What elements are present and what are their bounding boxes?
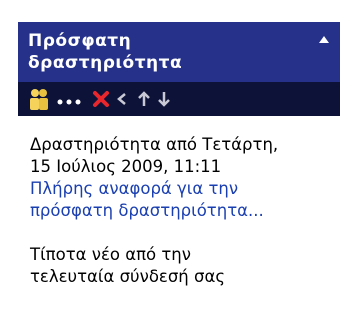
up-arrow-icon[interactable] <box>136 90 152 108</box>
block-title-line2: δραστηριότητα <box>28 53 183 73</box>
ellipsis-icon[interactable] <box>56 98 82 106</box>
cross-icon[interactable] <box>92 90 110 108</box>
full-report-link-line1[interactable]: Πλήρης αναφορά για την <box>30 178 340 200</box>
block-content: Δραστηριότητα από Τετάρτη, 15 Ιούλιος 20… <box>30 134 340 288</box>
full-report-link-line2[interactable]: πρόσφατη δραστηριότητα... <box>30 200 340 222</box>
block-toolbar <box>18 82 340 116</box>
activity-since-line1: Δραστηριότητα από Τετάρτη, <box>30 135 279 154</box>
block-title-line1: Πρόσφατη <box>28 31 132 51</box>
activity-since-line2: 15 Ιούλιος 2009, 11:11 <box>30 157 222 176</box>
nothing-new-line2: τελευταία σύνδεσή σας <box>30 267 226 286</box>
block-header: Πρόσφατη δραστηριότητα <box>18 22 340 82</box>
users-icon[interactable] <box>28 87 50 111</box>
down-arrow-icon[interactable] <box>156 90 172 108</box>
full-report-link[interactable]: Πλήρης αναφορά για την πρόσφατη δραστηρι… <box>30 178 340 222</box>
block-title: Πρόσφατη δραστηριότητα <box>28 30 288 74</box>
recent-activity-block: Πρόσφατη δραστηριότητα Δραστηριότητα από… <box>18 22 340 302</box>
collapse-up-icon[interactable] <box>316 32 332 48</box>
left-arrow-icon[interactable] <box>114 91 130 107</box>
nothing-new-line1: Τίποτα νέο από την <box>30 245 191 264</box>
